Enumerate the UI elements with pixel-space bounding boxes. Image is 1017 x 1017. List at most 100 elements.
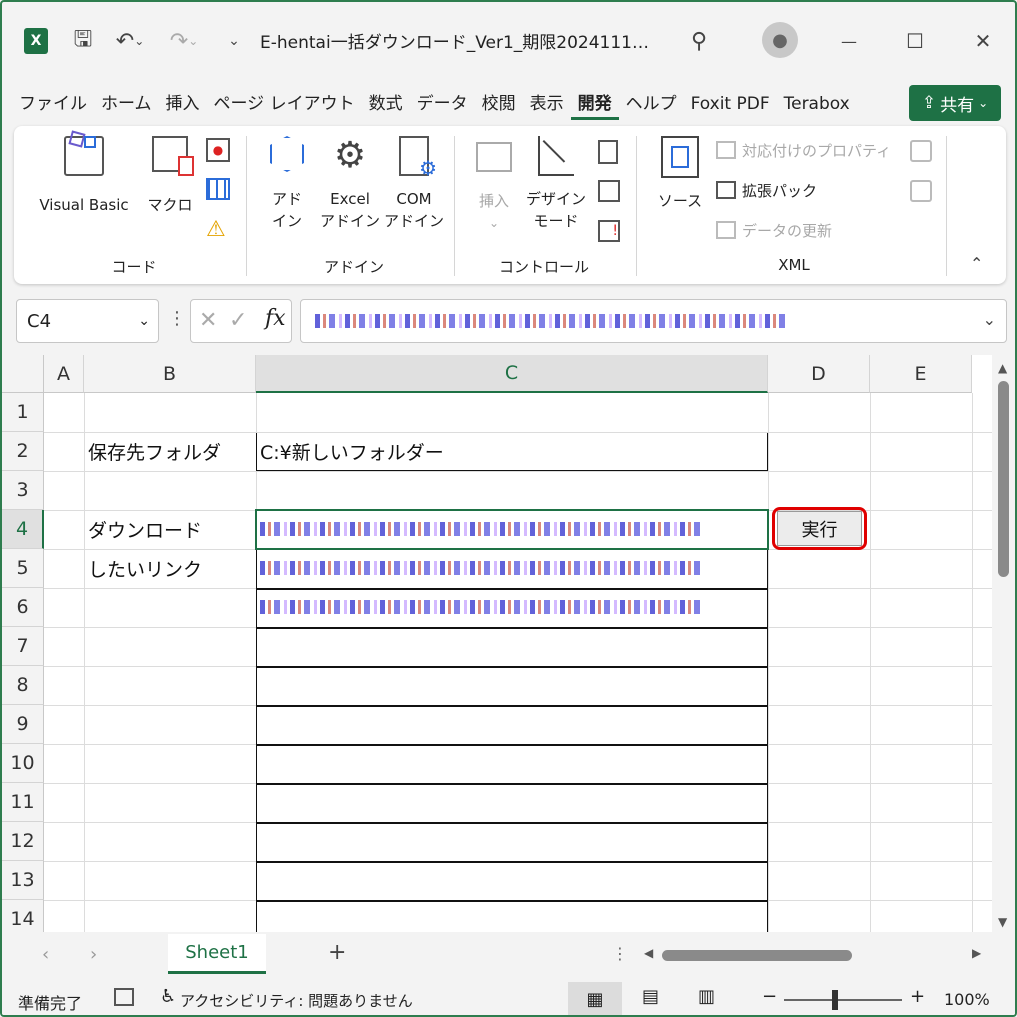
row-header-8[interactable]: 8 <box>2 666 44 705</box>
row-header-5[interactable]: 5 <box>2 549 44 588</box>
insert-control-button[interactable]: 挿入 ⌄ <box>469 136 519 246</box>
scroll-up-icon[interactable]: ▲ <box>998 361 1007 375</box>
source-button[interactable]: ソース <box>650 136 710 236</box>
enter-icon[interactable]: ✓ <box>229 308 247 333</box>
record-macro-icon[interactable]: ● <box>206 138 230 162</box>
cell-b5[interactable]: したいリンク <box>88 549 202 588</box>
row-header-13[interactable]: 13 <box>2 861 44 900</box>
map-properties-button[interactable]: 対応付けのプロパティ <box>716 138 891 162</box>
cell-c5-redacted[interactable] <box>260 561 700 575</box>
vertical-scrollbar[interactable]: ▲ ▼ <box>992 355 1015 932</box>
row-header-4[interactable]: 4 <box>2 510 44 549</box>
zoom-in-icon[interactable]: + <box>910 986 925 1007</box>
tab-0[interactable]: ファイル <box>12 88 94 120</box>
page-layout-view-icon[interactable]: ▤ <box>642 986 659 1007</box>
minimize-button[interactable]: — <box>832 24 866 58</box>
refresh-data-button[interactable]: データの更新 <box>716 218 832 242</box>
scroll-left-icon[interactable]: ◀ <box>644 946 653 960</box>
more-options-icon[interactable]: ⋮ <box>168 308 186 329</box>
macro-record-status-icon[interactable] <box>114 988 134 1006</box>
prev-sheet-icon[interactable]: ‹ <box>42 944 49 965</box>
column-header-a[interactable]: A <box>44 355 84 393</box>
collapse-ribbon-icon[interactable]: ⌃ <box>970 254 983 273</box>
tab-11[interactable]: Terabox <box>777 88 857 120</box>
import-icon[interactable] <box>910 140 932 162</box>
maximize-button[interactable]: ☐ <box>898 24 932 58</box>
search-icon[interactable]: ⚲ <box>682 24 716 58</box>
com-addin-button[interactable]: ⚙ COM アドイン <box>384 136 444 236</box>
row-header-2[interactable]: 2 <box>2 432 44 471</box>
row-header-9[interactable]: 9 <box>2 705 44 744</box>
zoom-level[interactable]: 100% <box>944 990 990 1009</box>
design-mode-button[interactable]: デザイン モード <box>522 136 586 236</box>
column-header-c[interactable]: C <box>256 355 768 393</box>
relative-reference-icon[interactable] <box>206 178 230 200</box>
row-header-12[interactable]: 12 <box>2 822 44 861</box>
zoom-slider[interactable] <box>784 999 902 1001</box>
cancel-icon[interactable]: ✕ <box>199 308 217 333</box>
worksheet-grid[interactable]: A B C D E 1 2 3 4 5 6 7 8 9 10 11 12 13 14 保存先フォルダ C:… <box>2 355 992 932</box>
tab-8[interactable]: 開発 <box>570 88 619 120</box>
excel-addin-button[interactable]: ⚙ Excel アドイン <box>320 136 380 236</box>
scroll-down-icon[interactable]: ▼ <box>998 915 1007 929</box>
select-all-corner[interactable] <box>2 355 44 393</box>
cell-b2[interactable]: 保存先フォルダ <box>88 432 221 471</box>
expansion-pack-button[interactable]: 拡張パック <box>716 178 817 202</box>
view-code-icon[interactable] <box>598 180 620 202</box>
name-box[interactable]: C4 ⌄ <box>16 299 159 343</box>
share-button[interactable]: ⇪ 共有 ⌄ <box>909 85 1001 121</box>
customize-qat-icon[interactable]: ⌄ <box>222 24 246 58</box>
scroll-thumb[interactable] <box>998 381 1009 577</box>
autosave-icon[interactable]: 🖫 <box>66 24 100 58</box>
status-accessibility[interactable]: アクセシビリティ: 問題ありません <box>180 990 413 1011</box>
row-header-3[interactable]: 3 <box>2 471 44 510</box>
column-header-e[interactable]: E <box>870 355 972 393</box>
tab-1[interactable]: ホーム <box>94 88 159 120</box>
row-header-11[interactable]: 11 <box>2 783 44 822</box>
addin-button[interactable]: アド イン <box>262 136 312 236</box>
column-header-b[interactable]: B <box>84 355 256 393</box>
export-icon[interactable] <box>910 180 932 202</box>
row-header-1[interactable]: 1 <box>2 393 44 432</box>
tab-4[interactable]: 数式 <box>362 88 410 120</box>
close-button[interactable]: ✕ <box>966 24 1000 58</box>
zoom-slider-thumb[interactable] <box>832 990 838 1010</box>
more-icon[interactable]: ⋮ <box>612 944 628 963</box>
tab-7[interactable]: 表示 <box>523 88 571 120</box>
column-header-d[interactable]: D <box>768 355 870 393</box>
run-dialog-icon[interactable]: ! <box>598 220 620 242</box>
visual-basic-button[interactable]: Visual Basic <box>29 130 139 216</box>
tab-10[interactable]: Foxit PDF <box>684 88 777 120</box>
cell-c2[interactable]: C:¥新しいフォルダー <box>260 432 444 471</box>
macro-button[interactable]: マクロ <box>142 136 198 216</box>
cell-b4[interactable]: ダウンロード <box>88 510 202 549</box>
undo-icon[interactable]: ↶ ⌄ <box>108 24 152 58</box>
properties-icon[interactable] <box>598 140 618 164</box>
add-sheet-icon[interactable]: + <box>328 940 346 965</box>
avatar[interactable]: ● <box>762 22 798 58</box>
tab-5[interactable]: データ <box>410 88 475 120</box>
macro-security-icon[interactable]: ⚠ <box>206 218 230 242</box>
tab-9[interactable]: ヘルプ <box>619 88 684 120</box>
tab-6[interactable]: 校閲 <box>475 88 523 120</box>
formula-input[interactable]: ⌄ <box>300 299 1007 343</box>
row-header-10[interactable]: 10 <box>2 744 44 783</box>
insert-function-icon[interactable]: fx <box>265 306 286 331</box>
com-addin-label: COM アドイン <box>384 190 445 230</box>
zoom-out-icon[interactable]: − <box>762 986 777 1007</box>
expand-formula-icon[interactable]: ⌄ <box>983 310 996 329</box>
next-sheet-icon[interactable]: › <box>90 944 97 965</box>
cell-c6-redacted[interactable] <box>260 600 700 614</box>
horizontal-scroll-thumb[interactable] <box>662 950 852 961</box>
page-break-view-icon[interactable]: ▥ <box>698 986 715 1007</box>
scroll-right-icon[interactable]: ▶ <box>972 946 981 960</box>
row-header-6[interactable]: 6 <box>2 588 44 627</box>
redo-icon[interactable]: ↷ ⌄ <box>162 24 206 58</box>
sheet-tab-sheet1[interactable]: Sheet1 <box>168 934 266 974</box>
normal-view-icon[interactable]: ▦ <box>568 982 622 1015</box>
accessibility-icon[interactable]: ♿︎ <box>160 986 176 1007</box>
row-header-14[interactable]: 14 <box>2 900 44 932</box>
row-header-7[interactable]: 7 <box>2 627 44 666</box>
tab-3[interactable]: ページ レイアウト <box>207 88 362 120</box>
tab-2[interactable]: 挿入 <box>159 88 207 120</box>
